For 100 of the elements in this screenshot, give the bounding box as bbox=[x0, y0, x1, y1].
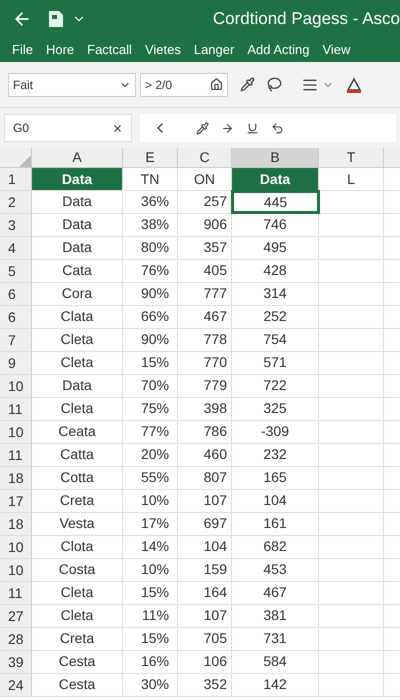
table-cell: 778 bbox=[178, 329, 232, 351]
table-cell: 405 bbox=[178, 260, 232, 282]
table-cell: 164 bbox=[178, 582, 232, 604]
table-cell: 11% bbox=[123, 605, 178, 627]
table-cell: 467 bbox=[178, 306, 232, 328]
table-cell: Costa bbox=[32, 559, 123, 581]
table-cell: 10% bbox=[123, 490, 178, 512]
table-cell: 314 bbox=[232, 283, 319, 305]
table-cell: 428 bbox=[232, 260, 319, 282]
table-cell: Cleta bbox=[32, 605, 123, 627]
table-cell: 80% bbox=[123, 237, 178, 259]
row-number: 6 bbox=[0, 283, 32, 305]
font-color-icon[interactable] bbox=[346, 76, 362, 92]
row-number: 10 bbox=[0, 421, 32, 443]
row-number: 18 bbox=[0, 513, 32, 535]
table-cell: Clota bbox=[32, 536, 123, 558]
table-cell: 257 bbox=[178, 191, 232, 213]
table-cell: 75% bbox=[123, 398, 178, 420]
table-cell: 38% bbox=[123, 214, 178, 236]
table-cell: 15% bbox=[123, 628, 178, 650]
table-cell: 571 bbox=[232, 352, 319, 374]
table-cell: 90% bbox=[123, 283, 178, 305]
table-cell: 107 bbox=[178, 490, 232, 512]
row-number: 7 bbox=[0, 329, 32, 351]
table-cell: 70% bbox=[123, 375, 178, 397]
row-number: 11 bbox=[0, 582, 32, 604]
table-cell: 906 bbox=[178, 214, 232, 236]
table-cell: Cleta bbox=[32, 582, 123, 604]
header-cell: Data bbox=[32, 168, 123, 190]
table-cell: 731 bbox=[232, 628, 319, 650]
header-cell: Data bbox=[232, 168, 319, 190]
table-cell: Creta bbox=[32, 490, 123, 512]
table-cell: 453 bbox=[232, 559, 319, 581]
table-cell: 770 bbox=[178, 352, 232, 374]
table-cell: Data bbox=[32, 191, 123, 213]
menu-item[interactable]: Add Acting bbox=[247, 40, 310, 60]
row-number: 10 bbox=[0, 559, 32, 581]
align-icon[interactable] bbox=[302, 76, 318, 92]
row-number: 28 bbox=[0, 628, 32, 650]
home-icon[interactable] bbox=[210, 78, 223, 91]
table-cell: 232 bbox=[232, 444, 319, 466]
table-cell: Cata bbox=[32, 260, 123, 282]
table-cell: 807 bbox=[178, 467, 232, 489]
table-cell: 16% bbox=[123, 651, 178, 673]
menu-item[interactable]: Factcall bbox=[87, 40, 132, 60]
arrow-right-icon[interactable] bbox=[221, 122, 234, 134]
table-cell: Cleta bbox=[32, 398, 123, 420]
table-cell: 252 bbox=[232, 306, 319, 328]
menu-item[interactable]: File bbox=[12, 40, 33, 60]
eyedropper-icon[interactable] bbox=[240, 77, 255, 92]
window-title: Cordtiond Pagess - Asco bbox=[212, 8, 400, 30]
row-number: 3 bbox=[0, 214, 32, 236]
column-header[interactable]: B bbox=[232, 148, 319, 167]
table-cell: 746 bbox=[232, 214, 319, 236]
table-cell: Vesta bbox=[32, 513, 123, 535]
menu-item[interactable]: Langer bbox=[194, 40, 234, 60]
table-cell: 445 bbox=[232, 191, 319, 213]
table-cell: 381 bbox=[232, 605, 319, 627]
table-cell: 104 bbox=[178, 536, 232, 558]
lasso-icon[interactable] bbox=[267, 77, 282, 92]
table-cell: Catta bbox=[32, 444, 123, 466]
row-number: 39 bbox=[0, 651, 32, 673]
row-number: 9 bbox=[0, 352, 32, 374]
row-number: 10 bbox=[0, 536, 32, 558]
table-cell: 90% bbox=[123, 329, 178, 351]
row-number: 11 bbox=[0, 444, 32, 466]
close-icon[interactable] bbox=[112, 122, 123, 134]
table-cell: 55% bbox=[123, 467, 178, 489]
row-number: 27 bbox=[0, 605, 32, 627]
table-cell: 14% bbox=[123, 536, 178, 558]
table-cell: 107 bbox=[178, 605, 232, 627]
table-cell: 77% bbox=[123, 421, 178, 443]
undo-icon[interactable] bbox=[271, 122, 284, 134]
table-cell: Cleta bbox=[32, 329, 123, 351]
table-cell: 754 bbox=[232, 329, 319, 351]
document-icon[interactable] bbox=[48, 10, 64, 28]
table-cell: 30% bbox=[123, 674, 178, 696]
font-dropdown[interactable]: Fait bbox=[8, 72, 136, 96]
row-number: 18 bbox=[0, 467, 32, 489]
row-number: 10 bbox=[0, 375, 32, 397]
row-number: 6 bbox=[0, 306, 32, 328]
table-cell: 352 bbox=[178, 674, 232, 696]
table-cell: 682 bbox=[232, 536, 319, 558]
table-cell: 17% bbox=[123, 513, 178, 535]
eyedropper-icon[interactable] bbox=[196, 122, 209, 134]
table-cell: Cora bbox=[32, 283, 123, 305]
size-field[interactable]: > 2/0 bbox=[140, 72, 228, 96]
underline-icon[interactable] bbox=[246, 122, 259, 134]
row-number: 24 bbox=[0, 674, 32, 696]
table-cell: Data bbox=[32, 214, 123, 236]
table-cell: 36% bbox=[123, 191, 178, 213]
table-cell: Creta bbox=[32, 628, 123, 650]
menu-item[interactable]: Vietes bbox=[144, 40, 181, 60]
row-number: 2 bbox=[0, 191, 32, 213]
row-number: 5 bbox=[0, 260, 32, 282]
menu-item[interactable]: View bbox=[322, 40, 350, 60]
name-box[interactable]: G0 bbox=[4, 114, 132, 142]
table-cell: 106 bbox=[178, 651, 232, 673]
header-cell: TN bbox=[123, 168, 178, 190]
menu-item[interactable]: Hore bbox=[46, 40, 74, 60]
